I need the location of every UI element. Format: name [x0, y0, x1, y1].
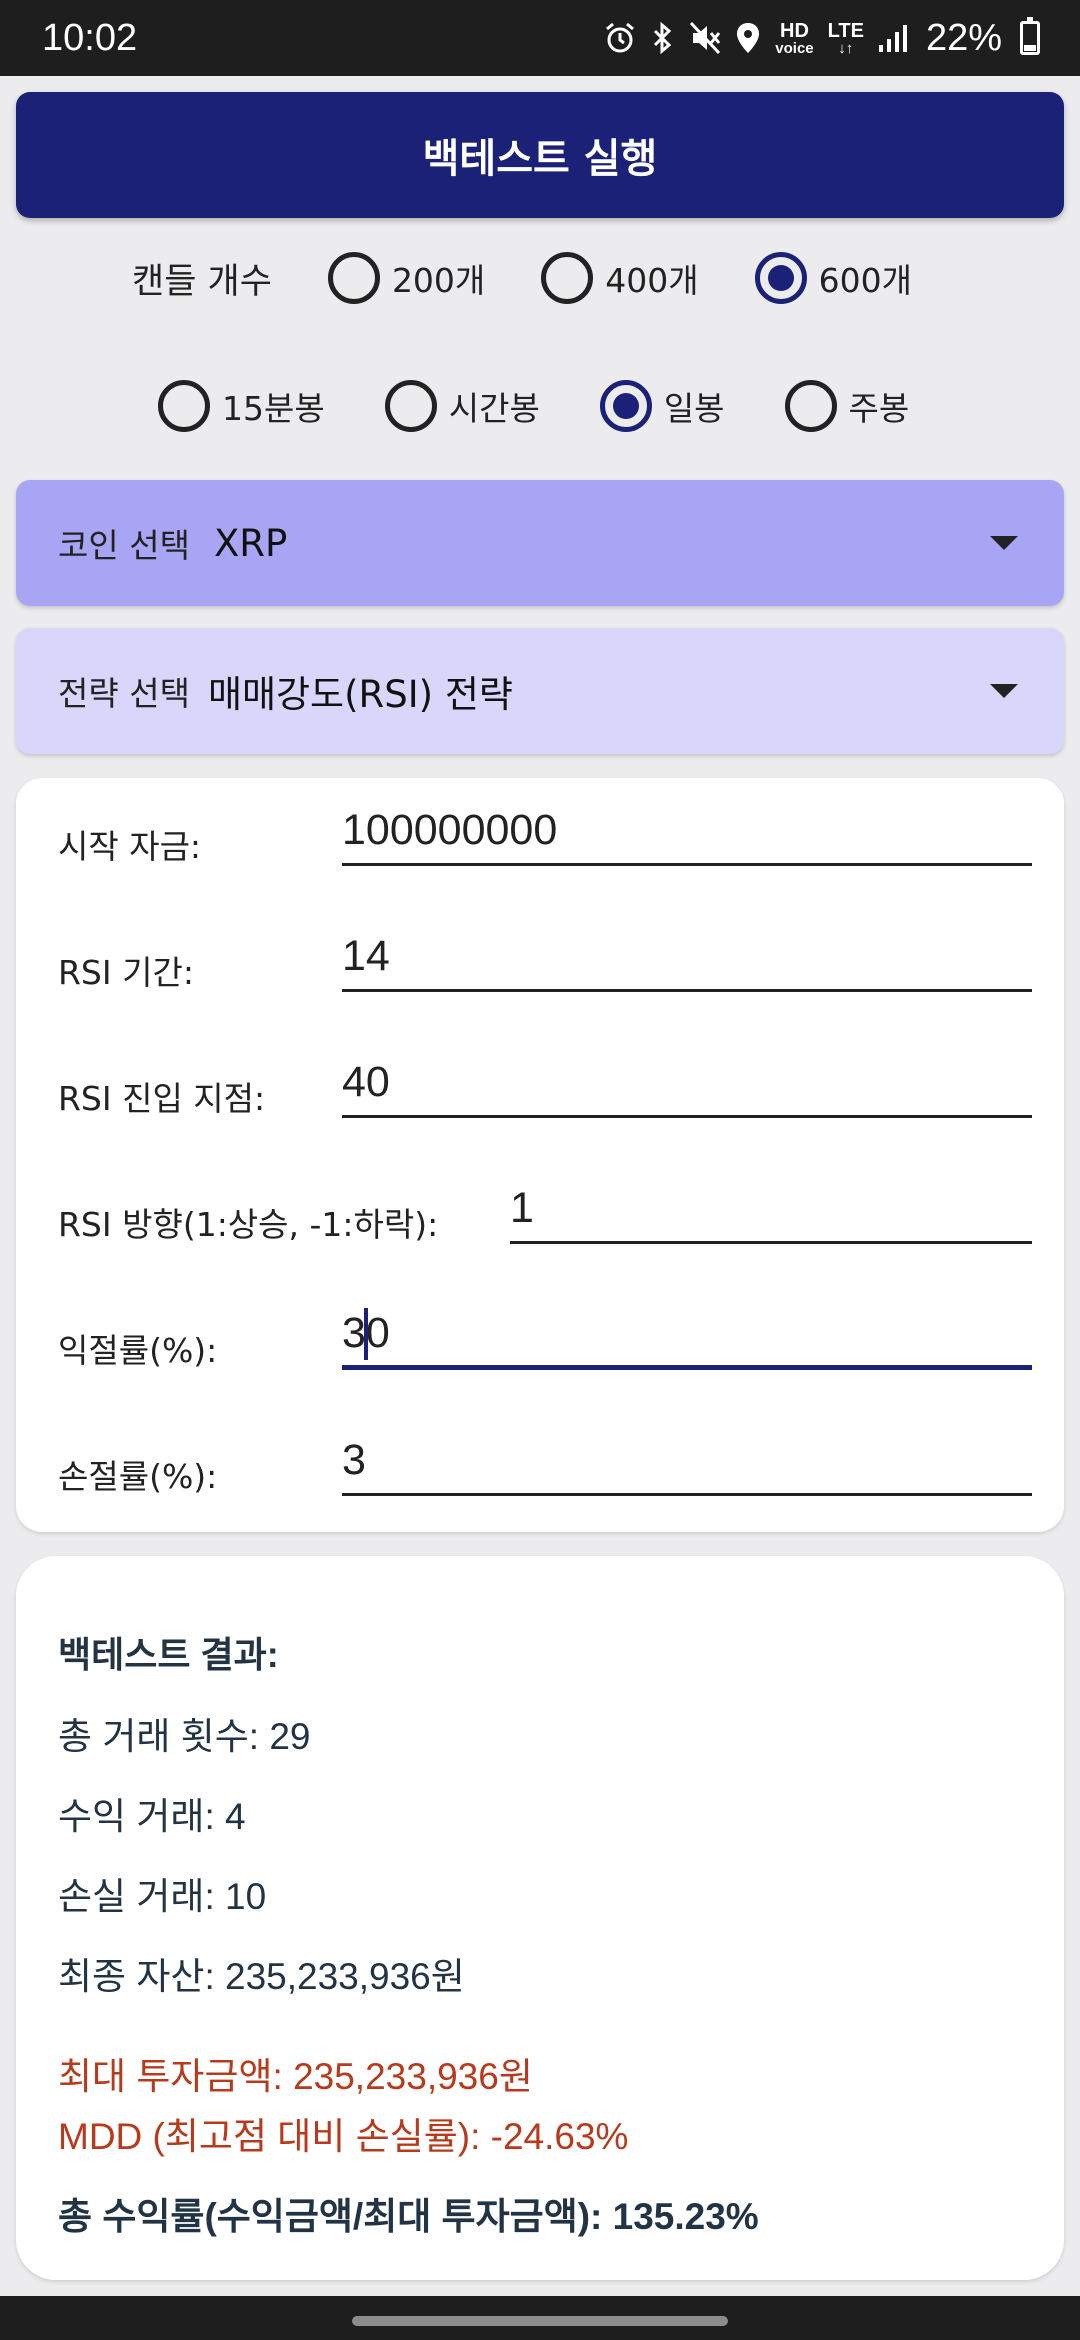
strategy-select-value: 매매강도(RSI) 전략 — [207, 673, 513, 716]
rsi-period-label: RSI 기간: — [58, 953, 194, 992]
start-capital-label: 시작 자금: — [58, 827, 202, 866]
mdd-text: MDD (최고점 대비 손실률): -24.63% — [58, 2116, 629, 2157]
radio-label: 일봉 — [663, 389, 725, 428]
interval-option-day[interactable]: 일봉 — [599, 380, 725, 432]
rsi-direction-label: RSI 방향(1:상승, -1:하락): — [58, 1205, 439, 1244]
signal-icon — [878, 18, 908, 58]
parameters-card: 시작 자금: RSI 기간: RSI 진입 지점: RSI 방향(1:상승, -… — [16, 778, 1064, 1532]
param-take-profit: 익절률(%): — [58, 1282, 1032, 1408]
stop-loss-input[interactable] — [342, 1424, 1032, 1496]
text-cursor — [364, 1308, 368, 1360]
max-investment-text: 최대 투자금액: 235,233,936원 — [58, 2056, 533, 2097]
dropdown-arrow-icon — [990, 684, 1018, 698]
interval-option-15min[interactable]: 15분봉 — [158, 380, 325, 432]
battery-icon — [1020, 17, 1040, 55]
status-time: 10:02 — [42, 16, 138, 59]
radio-button[interactable] — [158, 380, 210, 432]
final-asset-text: 최종 자산: 235,233,936원 — [58, 1956, 465, 1997]
results-title: 백테스트 결과: — [58, 1634, 279, 1675]
take-profit-input[interactable] — [342, 1298, 1032, 1370]
status-icons: HD voice LTE ↓↑ 22% — [603, 17, 1040, 60]
interval-group: 15분봉 시간봉 일봉 주봉 — [158, 380, 909, 432]
param-rsi-period: RSI 기간: — [58, 904, 1032, 1030]
total-trades-text: 총 거래 횟수: 29 — [58, 1716, 311, 1757]
loss-trades-text: 손실 거래: 10 — [58, 1876, 267, 1917]
strategy-select-label: 전략 선택 — [58, 674, 190, 713]
candle-option-400[interactable]: 400개 — [541, 252, 699, 304]
run-backtest-button[interactable]: 백테스트 실행 — [16, 92, 1064, 218]
total-return-text: 총 수익률(수익금액/최대 투자금액): 135.23% — [58, 2196, 759, 2237]
stop-loss-label: 손절률(%): — [58, 1457, 218, 1496]
dropdown-arrow-icon — [990, 536, 1018, 550]
results-card: 백테스트 결과: 총 거래 횟수: 29 수익 거래: 4 손실 거래: 10 … — [16, 1556, 1064, 2280]
candle-option-200[interactable]: 200개 — [327, 252, 486, 304]
candle-count-group: 캔들 개수 200개 400개 600개 — [132, 252, 912, 304]
radio-label: 15분봉 — [222, 389, 325, 428]
rsi-entry-label: RSI 진입 지점: — [58, 1079, 266, 1118]
radio-button-selected[interactable] — [754, 252, 807, 304]
param-start-capital: 시작 자금: — [58, 778, 1032, 904]
alarm-icon — [603, 18, 637, 58]
radio-button[interactable] — [784, 380, 837, 432]
radio-button[interactable] — [541, 252, 594, 304]
lte-icon: LTE ↓↑ — [828, 21, 864, 56]
coin-select-value: XRP — [213, 521, 288, 565]
candle-option-600[interactable]: 600개 — [754, 252, 913, 304]
take-profit-label: 익절률(%): — [58, 1331, 218, 1370]
radio-label: 주봉 — [848, 389, 910, 428]
radio-button-selected[interactable] — [599, 380, 652, 432]
coin-select-dropdown[interactable]: 코인 선택 XRP — [16, 480, 1064, 606]
radio-button[interactable] — [327, 252, 380, 304]
navigation-bar — [0, 2296, 1080, 2340]
start-capital-input[interactable] — [342, 794, 1032, 866]
mute-icon — [689, 18, 721, 58]
lte-top-label: LTE — [827, 19, 864, 42]
battery-percent: 22% — [925, 16, 1002, 59]
status-bar: 10:02 HD voice LTE ↓↑ 22% — [0, 0, 1080, 76]
win-trades-text: 수익 거래: 4 — [58, 1796, 246, 1837]
param-stop-loss: 손절률(%): — [58, 1408, 1032, 1534]
lte-bottom-label: ↓↑ — [838, 39, 854, 57]
param-rsi-direction: RSI 방향(1:상승, -1:하락): — [58, 1156, 1032, 1282]
bluetooth-icon — [651, 18, 675, 58]
hd-voice-icon: HD voice — [775, 21, 813, 56]
rsi-period-input[interactable] — [342, 920, 1032, 992]
radio-label: 600개 — [818, 261, 913, 300]
hd-bottom-label: voice — [775, 39, 814, 57]
radio-button[interactable] — [384, 380, 437, 432]
radio-label: 200개 — [391, 261, 486, 300]
candle-count-label: 캔들 개수 — [132, 261, 272, 302]
home-gesture-handle[interactable] — [352, 2316, 728, 2326]
strategy-select-dropdown[interactable]: 전략 선택 매매강도(RSI) 전략 — [16, 628, 1064, 754]
location-icon — [735, 18, 761, 58]
rsi-direction-input[interactable] — [510, 1172, 1032, 1244]
radio-label: 400개 — [605, 261, 699, 300]
interval-option-week[interactable]: 주봉 — [784, 380, 910, 432]
rsi-entry-input[interactable] — [342, 1046, 1032, 1118]
radio-label: 시간봉 — [448, 389, 540, 428]
param-rsi-entry: RSI 진입 지점: — [58, 1030, 1032, 1156]
hd-top-label: HD — [780, 19, 809, 42]
interval-option-hour[interactable]: 시간봉 — [384, 380, 540, 432]
coin-select-label: 코인 선택 — [58, 526, 190, 565]
